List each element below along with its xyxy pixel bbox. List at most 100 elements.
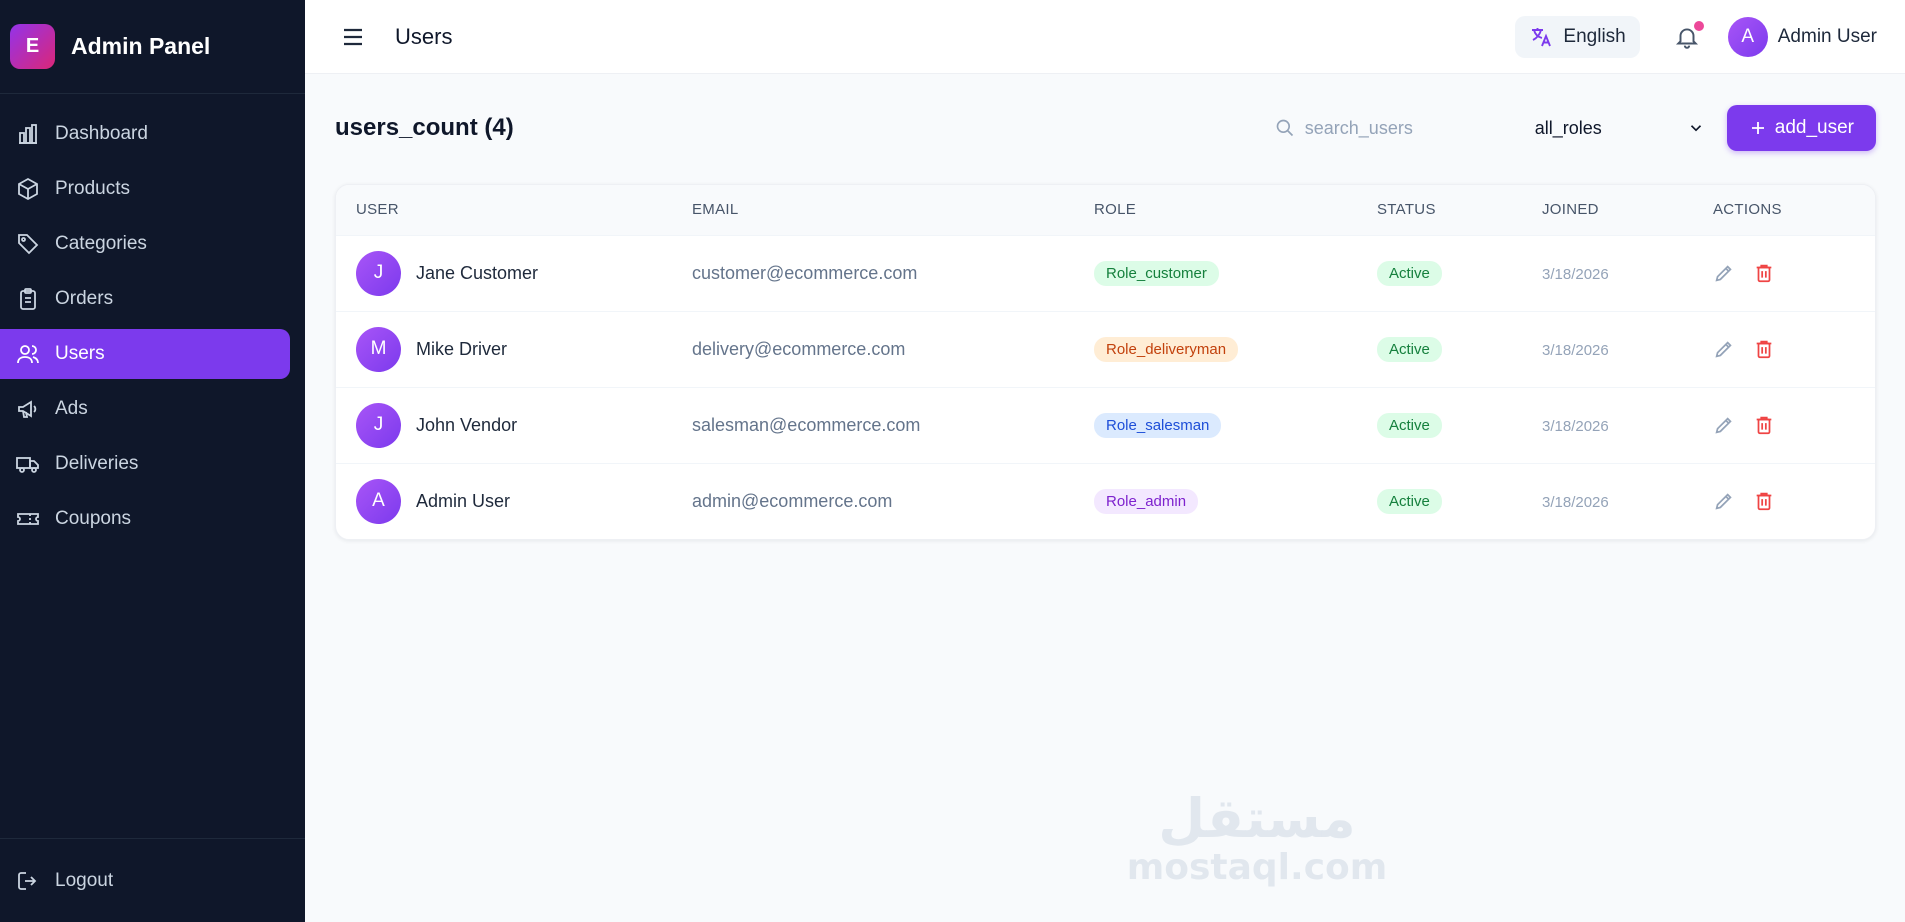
column-header-joined: JOINED (1542, 201, 1599, 219)
user-email: admin@ecommerce.com (692, 490, 893, 511)
translate-icon (1532, 27, 1552, 46)
joined-date: 3/18/2026 (1542, 493, 1609, 511)
edit-button[interactable] (1713, 490, 1735, 512)
sidebar-item-label: Dashboard (55, 123, 148, 144)
brand-logo: E (10, 24, 55, 69)
table-row: M Mike Driver delivery@ecommerce.com Role… (336, 311, 1875, 387)
main-area: Users English A Admin User users_count (… (305, 0, 1905, 922)
edit-button[interactable] (1713, 338, 1735, 360)
logout-button[interactable]: Logout (0, 838, 305, 922)
role-badge: Role_salesman (1094, 412, 1222, 438)
logout-label: Logout (55, 869, 114, 891)
language-button[interactable]: English (1515, 15, 1640, 58)
users-icon (17, 345, 39, 364)
add-user-button[interactable]: add_user (1726, 105, 1876, 151)
pencil-icon (1715, 341, 1732, 358)
pencil-icon (1715, 417, 1732, 434)
sidebar-nav: Dashboard Products Categories Orders Use… (0, 94, 305, 838)
toolbar: users_count (4) all_roles add_user (335, 74, 1876, 182)
ticket-icon (17, 513, 39, 525)
sidebar-item-coupons[interactable]: Coupons (0, 494, 290, 544)
pencil-icon (1715, 493, 1732, 510)
sidebar: E Admin Panel Dashboard Products Categor… (0, 0, 305, 922)
logout-icon (18, 871, 37, 890)
chevron-down-icon (1690, 125, 1701, 132)
delete-button[interactable] (1753, 490, 1775, 512)
user-email: customer@ecommerce.com (692, 262, 918, 283)
table-row: A Admin User admin@ecommerce.com Role_adm… (336, 463, 1875, 539)
sidebar-item-label: Ads (55, 398, 88, 419)
watermark-latin: mostaql.com (1126, 847, 1388, 888)
status-badge: Active (1377, 412, 1442, 438)
user-name: Jane Customer (416, 262, 539, 283)
edit-button[interactable] (1713, 414, 1735, 436)
user-email: salesman@ecommerce.com (692, 414, 921, 435)
search-input[interactable] (1304, 117, 1505, 139)
topbar: Users English A Admin User (305, 0, 1905, 74)
avatar: J (356, 250, 401, 296)
truck-icon (16, 457, 39, 473)
edit-button[interactable] (1713, 262, 1735, 284)
column-header-status: STATUS (1377, 201, 1436, 219)
users-table: USER EMAIL ROLE STATUS JOINED ACTIONS JJ… (336, 185, 1875, 539)
delete-button[interactable] (1753, 262, 1775, 284)
language-label: English (1563, 25, 1626, 47)
user-name: John Vendor (416, 414, 518, 435)
user-name: Admin User (1777, 25, 1877, 47)
role-badge: Role_admin (1094, 488, 1199, 514)
menu-button[interactable] (343, 25, 367, 49)
role-badge: Role_deliveryman (1094, 336, 1239, 362)
trash-icon (1756, 493, 1772, 511)
status-badge: Active (1377, 488, 1442, 514)
bar-chart-icon (19, 124, 37, 144)
joined-date: 3/18/2026 (1542, 417, 1609, 435)
user-menu[interactable]: A Admin User (1727, 16, 1877, 57)
trash-icon (1756, 340, 1772, 359)
trash-icon (1756, 416, 1772, 435)
users-count-title: users_count (4) (335, 114, 514, 141)
watermark: مستقل mostaql.com (1127, 787, 1388, 900)
search-icon (1276, 119, 1293, 137)
status-badge: Active (1377, 260, 1442, 286)
search-box[interactable] (1275, 106, 1515, 150)
sidebar-item-users[interactable]: Users (0, 329, 290, 379)
column-header-user: USER (356, 201, 399, 219)
users-table-card: USER EMAIL ROLE STATUS JOINED ACTIONS JJ… (335, 184, 1876, 540)
user-name: Mike Driver (416, 338, 508, 359)
notification-dot (1693, 20, 1704, 31)
sidebar-item-label: Orders (55, 288, 114, 309)
content: users_count (4) all_roles add_user (305, 74, 1905, 540)
column-header-email: EMAIL (692, 201, 739, 219)
column-header-role: ROLE (1094, 201, 1137, 219)
pencil-icon (1715, 265, 1732, 282)
clipboard-icon (20, 288, 36, 310)
delete-button[interactable] (1753, 338, 1775, 360)
trash-icon (1756, 264, 1772, 283)
sidebar-item-label: Categories (55, 233, 147, 254)
avatar: A (1727, 16, 1768, 57)
table-row: J Jane Customer customer@ecommerce.com Ro… (336, 235, 1875, 311)
sidebar-item-categories[interactable]: Categories (0, 219, 290, 269)
sidebar-item-products[interactable]: Products (0, 164, 290, 214)
status-badge: Active (1377, 336, 1442, 362)
watermark-arabic: مستقل (1158, 787, 1356, 850)
page-title: Users (395, 23, 453, 49)
sidebar-item-label: Coupons (55, 508, 132, 529)
sidebar-item-deliveries[interactable]: Deliveries (0, 439, 290, 489)
role-filter-select[interactable]: all_roles (1525, 106, 1715, 150)
notifications-button[interactable] (1674, 20, 1704, 50)
sidebar-item-orders[interactable]: Orders (0, 274, 290, 324)
avatar: A (356, 478, 401, 524)
brand-title: Admin Panel (71, 33, 211, 59)
table-header-row: USER EMAIL ROLE STATUS JOINED ACTIONS (336, 185, 1875, 235)
brand: E Admin Panel (0, 0, 305, 94)
avatar: M (356, 326, 401, 372)
sidebar-item-dashboard[interactable]: Dashboard (0, 109, 290, 159)
sidebar-item-label: Deliveries (55, 453, 139, 474)
sidebar-item-ads[interactable]: Ads (0, 384, 290, 434)
column-header-actions: ACTIONS (1713, 201, 1782, 219)
delete-button[interactable] (1753, 414, 1775, 436)
megaphone-icon (18, 400, 37, 418)
user-email: delivery@ecommerce.com (692, 338, 906, 359)
sidebar-item-label: Products (55, 178, 130, 199)
